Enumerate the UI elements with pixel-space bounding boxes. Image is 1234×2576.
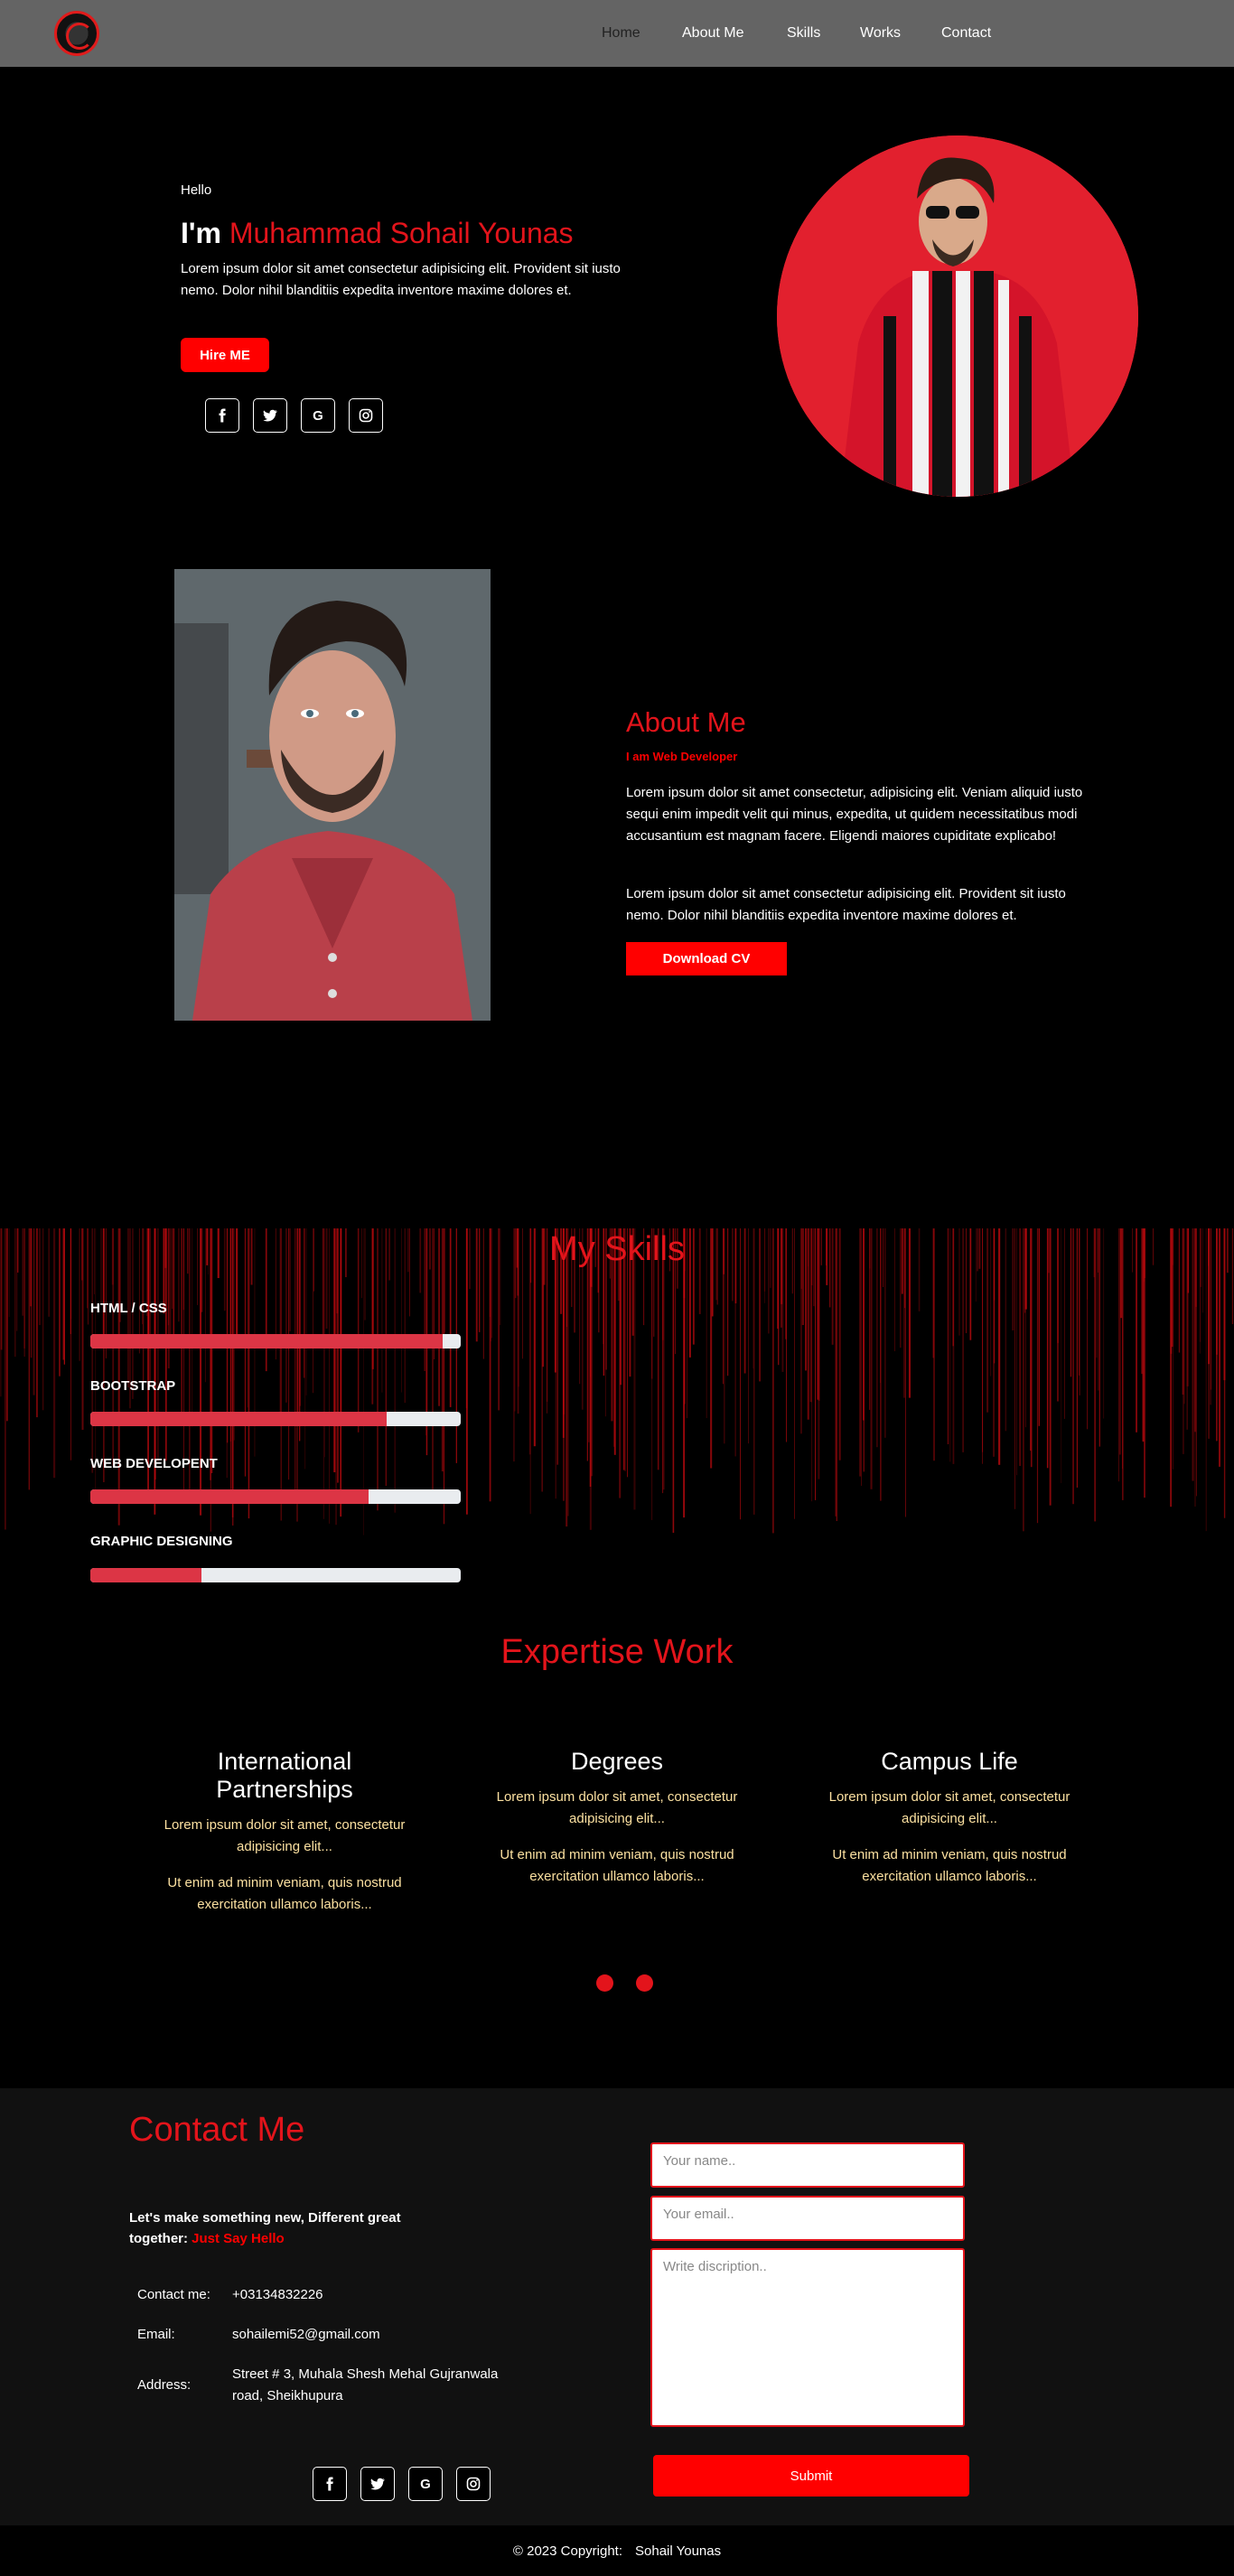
- nav-contact[interactable]: Contact: [941, 25, 991, 42]
- nav-about[interactable]: About Me: [682, 25, 743, 42]
- skill-progress-bar: [90, 1568, 461, 1582]
- contact-title: Contact Me: [129, 2111, 305, 2149]
- address-label: Address:: [137, 2377, 192, 2393]
- expertise-card: International Partnerships Lorem ipsum d…: [149, 1748, 420, 1916]
- expertise-card-text: Lorem ipsum dolor sit amet, consectetur …: [828, 1789, 1070, 1826]
- twitter-icon[interactable]: [253, 398, 287, 433]
- expertise-card: Degrees Lorem ipsum dolor sit amet, cons…: [481, 1748, 753, 1888]
- email-value: sohailemi52@gmail.com: [232, 2327, 380, 2342]
- nav-home[interactable]: Home: [602, 25, 640, 42]
- email-field[interactable]: Your email..: [650, 2196, 965, 2241]
- logo[interactable]: [54, 11, 99, 56]
- download-cv-button[interactable]: Download CV: [626, 942, 787, 975]
- expertise-title: Expertise Work: [500, 1633, 734, 1671]
- skill-progress-bar: [90, 1334, 461, 1349]
- skill-progress-fill: [90, 1489, 369, 1504]
- nav-works[interactable]: Works: [860, 25, 901, 42]
- carousel-dot[interactable]: [636, 1974, 653, 1992]
- expertise-card: Campus Life Lorem ipsum dolor sit amet, …: [814, 1748, 1085, 1888]
- hero-title-prefix: I'm: [181, 217, 221, 249]
- skill-progress-bar: [90, 1412, 461, 1426]
- expertise-card-text: Lorem ipsum dolor sit amet, consectetur …: [496, 1789, 738, 1826]
- google-icon[interactable]: G: [301, 398, 335, 433]
- about-title: About Me: [626, 706, 746, 738]
- contact-social-links: G: [313, 2467, 504, 2501]
- carousel-dot[interactable]: [596, 1974, 613, 1992]
- footer-name: Sohail Younas: [635, 2543, 722, 2559]
- footer: © 2023 Copyright: Sohail Younas: [0, 2525, 1234, 2576]
- submit-button[interactable]: Submit: [653, 2455, 969, 2497]
- skill-label: BOOTSTRAP: [90, 1378, 176, 1394]
- phone-label: Contact me:: [137, 2287, 210, 2302]
- hero-greeting: Hello: [181, 182, 212, 198]
- email-label: Email:: [137, 2327, 175, 2342]
- hero-profile-photo: [777, 135, 1138, 497]
- contact-tagline: Let's make something new, Different grea…: [129, 2207, 418, 2249]
- google-icon[interactable]: G: [408, 2467, 443, 2501]
- name-field[interactable]: Your name..: [650, 2142, 965, 2188]
- top-navbar: Home About Me Skills Works Contact: [0, 0, 1234, 67]
- hero-social-links: G: [205, 398, 397, 433]
- description-field[interactable]: Write discription..: [650, 2248, 965, 2427]
- expertise-card-title: Campus Life: [881, 1748, 1018, 1775]
- hire-me-button[interactable]: Hire ME: [181, 338, 269, 372]
- phone-value: +03134832226: [232, 2287, 323, 2302]
- address-value: Street # 3, Muhala Shesh Mehal Gujranwal…: [232, 2366, 499, 2403]
- facebook-icon[interactable]: [313, 2467, 347, 2501]
- contact-section: [0, 2088, 1234, 2525]
- twitter-icon[interactable]: [360, 2467, 395, 2501]
- instagram-icon[interactable]: [456, 2467, 491, 2501]
- about-paragraph-1: Lorem ipsum dolor sit amet consectetur, …: [626, 785, 1083, 844]
- skill-progress-bar: [90, 1489, 461, 1504]
- skill-label: GRAPHIC DESIGNING: [90, 1534, 233, 1549]
- facebook-icon[interactable]: [205, 398, 239, 433]
- expertise-card-text: Ut enim ad minim veniam, quis nostrud ex…: [167, 1875, 402, 1912]
- expertise-card-text: Lorem ipsum dolor sit amet, consectetur …: [164, 1817, 406, 1854]
- skill-progress-fill: [90, 1334, 443, 1349]
- hero-description: Lorem ipsum dolor sit amet consectetur a…: [181, 261, 621, 298]
- instagram-icon[interactable]: [349, 398, 383, 433]
- expertise-card-title: Degrees: [570, 1748, 664, 1775]
- about-photo: [174, 569, 491, 1021]
- skill-progress-fill: [90, 1412, 387, 1426]
- expertise-card-text: Ut enim ad minim veniam, quis nostrud ex…: [500, 1847, 734, 1884]
- skills-title: My Skills: [549, 1230, 685, 1268]
- hero-title: I'm Muhammad Sohail Younas: [181, 217, 574, 250]
- skill-progress-fill: [90, 1568, 201, 1582]
- skill-label: HTML / CSS: [90, 1301, 167, 1316]
- about-subtitle: I am Web Developer: [626, 750, 738, 763]
- skill-label: WEB DEVELOPENT: [90, 1456, 218, 1471]
- hero-name: Muhammad Sohail Younas: [229, 217, 574, 249]
- footer-copyright: © 2023 Copyright:: [512, 2543, 623, 2559]
- contact-tagline-highlight: Just Say Hello: [192, 2231, 285, 2246]
- expertise-card-text: Ut enim ad minim veniam, quis nostrud ex…: [832, 1847, 1067, 1884]
- about-paragraph-2: Lorem ipsum dolor sit amet consectetur a…: [626, 886, 1066, 923]
- expertise-card-title: International Partnerships: [216, 1748, 353, 1803]
- nav-skills[interactable]: Skills: [787, 25, 820, 42]
